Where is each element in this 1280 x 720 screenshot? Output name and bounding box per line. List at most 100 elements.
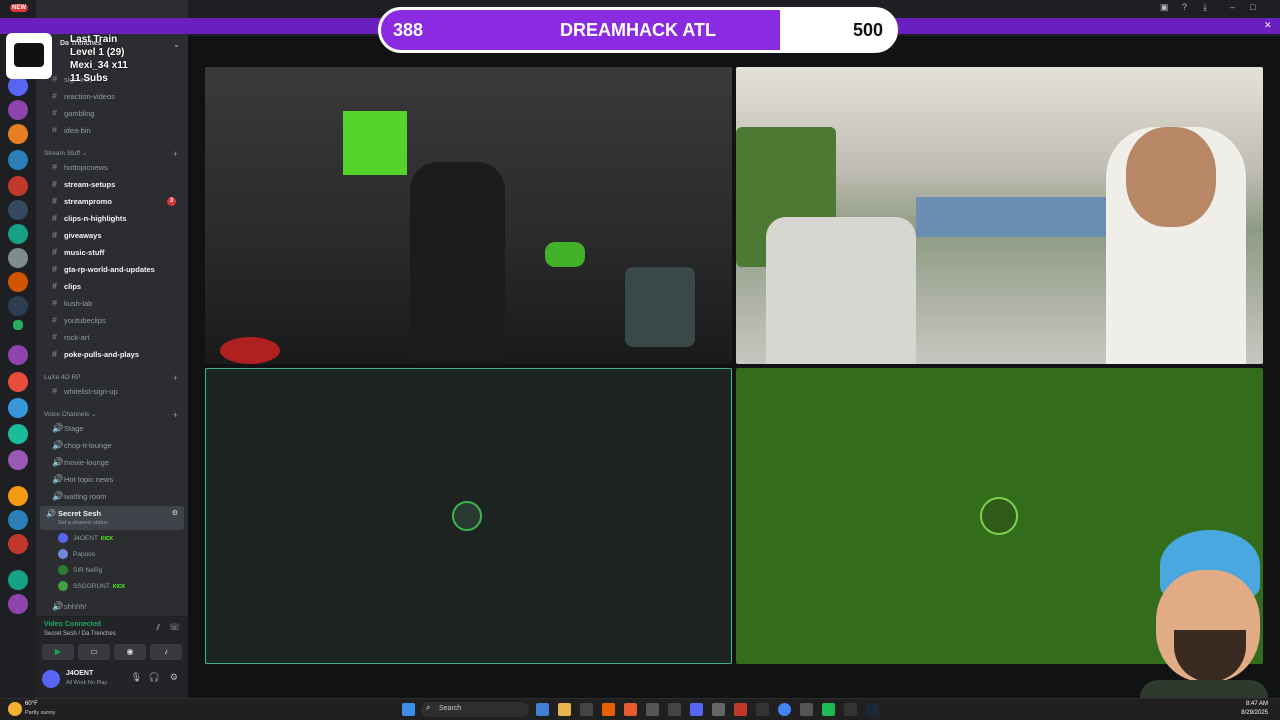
channel-hottopicnews[interactable]: # hottopicnews [44,160,184,175]
voice-user[interactable]: SSGGRUNT KICK [58,580,125,594]
chrome-icon[interactable] [778,703,791,716]
microphone-icon[interactable]: 🎙 [131,672,142,683]
channel-youtubeclips[interactable]: # youtubeclips [44,313,184,328]
voice-user[interactable]: J4OENT KICK [58,532,113,546]
username[interactable]: J4OENT [66,670,93,677]
channel-stage[interactable]: 🔊Stage [44,421,184,436]
soundboard-button[interactable]: ♪ [150,644,182,660]
channel-sign-info[interactable]: # sign-info [44,72,184,87]
server-icon[interactable] [8,176,28,196]
server-icon[interactable] [8,534,28,554]
server-icon[interactable] [8,594,28,614]
video-tile-avatar-1[interactable] [205,368,732,664]
weather-temp[interactable]: 60°F [25,701,38,707]
gear-icon[interactable]: ⚙ [172,509,178,517]
camera-button[interactable]: ▶ [42,644,74,660]
server-icon[interactable] [8,372,28,392]
maximize-icon[interactable]: □ [1250,2,1255,12]
connection-location[interactable]: Secret Sesh / Da Trenches [44,631,116,637]
category-voice[interactable]: Voice Channels ⌄ + [44,409,182,421]
inbox-icon[interactable]: ▣ [1160,2,1169,13]
app-icon[interactable] [800,703,813,716]
discord-icon[interactable] [690,703,703,716]
app-icon[interactable] [822,703,835,716]
server-icon[interactable] [8,450,28,470]
channel-idea-bin[interactable]: # idea-bin [44,123,184,138]
screen-share-button[interactable]: ▭ [78,644,110,660]
video-tile-room[interactable] [205,67,732,364]
voice-user[interactable]: Papooo [58,548,95,562]
help-icon[interactable]: ? [1182,2,1187,12]
copilot-icon[interactable] [536,703,549,716]
channel-whitelist-sign-up[interactable]: # whitelist-sign-up [44,384,184,399]
category-stream-stuff[interactable]: Stream Stuff ⌄ + [44,148,182,160]
headphones-icon[interactable]: 🎧 [149,672,160,683]
video-tile-car[interactable] [736,67,1263,364]
server-icon[interactable] [8,486,28,506]
connection-status[interactable]: Video Connected [44,621,101,628]
channel-music-stuff[interactable]: # music-stuff [44,245,184,260]
category-luxe-rp[interactable]: LuXe 4O RP + [44,372,182,384]
server-icon[interactable] [8,296,28,316]
app-icon[interactable] [646,703,659,716]
server-icon[interactable] [8,100,28,120]
channel-chop-it-lounge[interactable]: 🔊chop-it-lounge [44,438,184,453]
channel-kush-lab[interactable]: # kush-lab [44,296,184,311]
avatar[interactable] [42,670,60,688]
channel-gta-rp-world-and-updates[interactable]: # gta-rp-world-and-updates [44,262,184,277]
server-icon[interactable] [8,510,28,530]
server-icon[interactable] [8,224,28,244]
server-icon[interactable] [8,248,28,268]
app-icon[interactable] [668,703,681,716]
search-input[interactable]: ⌕ Search [421,702,529,717]
channel-clips-n-highlights[interactable]: # clips-n-highlights [44,211,184,226]
app-icon[interactable] [844,703,857,716]
server-icon[interactable] [8,272,28,292]
voice-user[interactable]: SIR NeRg [58,564,102,578]
server-icon[interactable] [8,76,28,96]
user-avatar-icon [452,501,482,531]
download-icon[interactable]: ⤓ [1203,2,1207,13]
channel-shhhh[interactable]: 🔊shhhh! [44,599,184,614]
file-explorer-icon[interactable] [558,703,571,716]
weather-desc[interactable]: Partly sunny [25,710,55,716]
app-icon[interactable] [734,703,747,716]
clock-date[interactable]: 8/29/2025 [1241,710,1268,716]
active-voice-channel[interactable]: 🔊 Secret Sesh Set a channel status ⚙ [40,506,184,530]
server-icon[interactable] [8,398,28,418]
firefox-icon[interactable] [602,703,615,716]
server-icon[interactable] [13,320,23,330]
gear-icon[interactable]: ⚙ [170,672,178,683]
channel-reaction-videos[interactable]: # reaction-videos [44,89,184,104]
server-icon[interactable] [8,570,28,590]
channel-gambling[interactable]: # gambling [44,106,184,121]
disconnect-icon[interactable]: ☏ [169,622,180,633]
noise-suppression-icon[interactable]: ⫽ [156,623,160,633]
server-icon[interactable] [8,424,28,444]
channel-clips[interactable]: # clips [44,279,184,294]
channel-waiting-room[interactable]: 🔊waiting room [44,489,184,504]
server-icon[interactable] [8,124,28,144]
channel-poke-pulls-and-plays[interactable]: # poke-pulls-and-plays [44,347,184,362]
channel-stream-setups[interactable]: # stream-setups [44,177,184,192]
app-icon[interactable] [624,703,637,716]
app-icon[interactable] [712,703,725,716]
channel-movie-lounge[interactable]: 🔊movie-lounge [44,455,184,470]
close-icon[interactable]: ✕ [1264,20,1272,31]
windows-start-icon[interactable] [402,703,415,716]
clock-time[interactable]: 8:47 AM [1246,701,1268,707]
channel-streampromo[interactable]: # streampromo 3 [44,194,184,209]
steam-icon[interactable] [866,703,879,716]
server-icon[interactable] [8,150,28,170]
channel-hot-topic-news[interactable]: 🔊Hot topic news [44,472,184,487]
server-icon[interactable] [8,200,28,220]
chevron-down-icon[interactable]: ⌄ [173,40,180,49]
channel-rock-art[interactable]: # rock-art [44,330,184,345]
activity-button[interactable]: ◉ [114,644,146,660]
channel-giveaways[interactable]: # giveaways [44,228,184,243]
app-icon[interactable] [756,703,769,716]
voice-channel-status[interactable]: Set a channel status [58,520,108,526]
obs-icon[interactable] [580,703,593,716]
minimize-icon[interactable]: – [1230,2,1235,12]
server-icon[interactable] [8,345,28,365]
